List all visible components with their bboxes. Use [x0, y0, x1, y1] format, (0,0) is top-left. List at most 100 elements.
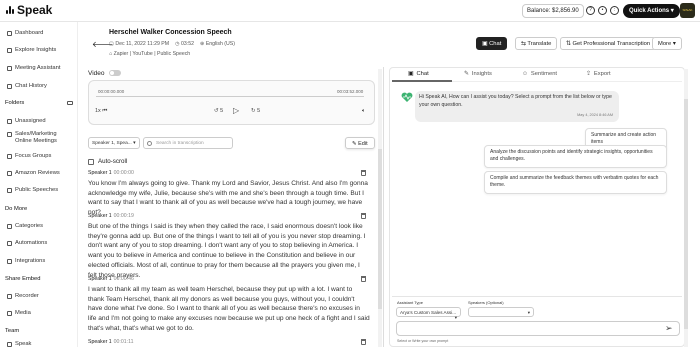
- rewind-label: 5: [220, 108, 224, 114]
- trash-icon[interactable]: [361, 170, 366, 176]
- segment-text[interactable]: You know I'm always going to give. Thank…: [88, 179, 370, 218]
- speaker-name: Speaker 1: [88, 276, 112, 282]
- sidebar-item-categories[interactable]: Categories: [7, 223, 43, 230]
- folders-heading: Folders: [5, 100, 25, 106]
- app-logo[interactable]: Speak: [6, 3, 52, 17]
- assistant-type-value: Arya's Custom Sales Assi...: [400, 310, 457, 315]
- translate-button-label: Translate: [527, 41, 552, 47]
- prompt-suggestion[interactable]: Analyze the discussion points and identi…: [484, 145, 667, 168]
- waveform-icon: [6, 5, 15, 15]
- segment-text[interactable]: I want to thank all my team as well team…: [88, 285, 370, 334]
- professional-transcription-button[interactable]: ⇅ Get Professional Transcription: [560, 37, 657, 50]
- sidebar-item-explore-insights[interactable]: Explore Insights: [7, 47, 56, 54]
- automation-icon: [7, 241, 12, 246]
- auto-scroll-checkbox[interactable]: [88, 158, 94, 165]
- skip-back-icon: ⏮: [102, 108, 108, 114]
- sidebar-item-label: Chat History: [15, 83, 47, 89]
- more-button[interactable]: More ▾: [652, 37, 682, 50]
- folder-icon: [7, 119, 12, 124]
- apps-icon[interactable]: :: [610, 6, 619, 15]
- audio-player: [88, 80, 375, 125]
- sidebar-item-meeting-assistant[interactable]: Meeting Assistant: [7, 65, 60, 72]
- quick-actions-button[interactable]: Quick Actions ▾: [623, 4, 680, 18]
- trash-icon[interactable]: [361, 276, 366, 282]
- input-hint: Select or Write your own prompt: [397, 339, 449, 343]
- sidebar-item-recorder[interactable]: Recorder: [7, 293, 39, 300]
- language-text: English (US): [205, 41, 235, 47]
- sidebar-item-automations[interactable]: Automations: [7, 240, 47, 247]
- ai-bot-icon: [401, 92, 413, 102]
- chat-scrollbar[interactable]: [684, 69, 688, 347]
- more-button-label: More: [658, 41, 672, 47]
- forward-button[interactable]: ↻ 5: [251, 108, 260, 114]
- sidebar-item-integrations[interactable]: Integrations: [7, 258, 45, 265]
- page-title: Herschel Walker Concession Speech: [109, 29, 232, 36]
- tab-insights[interactable]: ✎ Insights: [464, 71, 492, 77]
- sidebar-item-chat-history[interactable]: Chat History: [7, 83, 47, 90]
- rewind-button[interactable]: ↺ 5: [214, 108, 223, 114]
- new-folder-icon[interactable]: [67, 101, 73, 105]
- trash-icon[interactable]: [361, 339, 366, 345]
- balance-display[interactable]: Balance: $2,856.90: [522, 4, 584, 18]
- media-tags[interactable]: ⌂ Zapier | YouTube | Public Speech: [109, 51, 190, 57]
- scrollbar-thumb[interactable]: [378, 149, 382, 309]
- segment-time[interactable]: 00:00:00: [114, 170, 134, 176]
- ai-message-text: Hi Speak AI, How can I assist you today?…: [419, 94, 612, 108]
- notifications-icon[interactable]: •: [598, 6, 607, 15]
- user-avatar[interactable]: SPEAK: [680, 3, 695, 18]
- forward-label: 5: [257, 108, 261, 114]
- media-meta: ▢ Dec 11, 2022 11:29 PM ◷ 03:52 ⊕ Englis…: [109, 41, 235, 47]
- ai-message: Hi Speak AI, How can I assist you today?…: [415, 91, 619, 122]
- auto-scroll-toggle[interactable]: Auto-scroll: [88, 158, 127, 165]
- segment-time[interactable]: 00:01:11: [114, 339, 134, 345]
- translate-button[interactable]: ⇆ Translate: [515, 37, 558, 50]
- sidebar-item-dashboard[interactable]: Dashboard: [7, 30, 43, 37]
- help-icon[interactable]: ?: [586, 6, 595, 15]
- segment-time[interactable]: 00:00:19: [114, 213, 134, 219]
- tab-chat[interactable]: ▣ Chat: [408, 71, 429, 77]
- segment-time[interactable]: 00:00:46: [114, 276, 134, 282]
- smiley-icon: ☺: [522, 71, 528, 77]
- chevron-down-icon: ▾: [670, 8, 674, 14]
- chevron-down-icon: ▾: [672, 41, 676, 47]
- folder-unassigned[interactable]: Unassigned: [7, 118, 46, 125]
- sidebar-item-label: Dashboard: [15, 30, 44, 36]
- edit-button[interactable]: ✎ Edit: [345, 137, 375, 149]
- speed-label: 1x: [95, 108, 101, 114]
- speaker-select[interactable]: Speaker 1, Spea... ▾: [88, 137, 140, 149]
- folder-sales-marketing[interactable]: Sales/Marketing Online Meetings: [7, 131, 73, 145]
- progress-bar[interactable]: [96, 96, 364, 97]
- volume-icon[interactable]: 🔈︎: [362, 108, 365, 115]
- sidebar-item-media[interactable]: Media: [7, 310, 31, 317]
- assistant-type-select[interactable]: Arya's Custom Sales Assi... ▾: [396, 307, 461, 320]
- send-icon[interactable]: ➢: [665, 323, 673, 334]
- speaker-name: Speaker 1: [88, 170, 112, 176]
- integrations-icon: [7, 259, 12, 264]
- folder-amazon-reviews[interactable]: Amazon Reviews: [7, 170, 60, 177]
- folder-label: Sales/Marketing Online Meetings: [15, 131, 57, 144]
- segment-text[interactable]: But one of the things I said is they whe…: [88, 222, 370, 280]
- tab-sentiment[interactable]: ☺ Sentiment: [522, 71, 557, 77]
- scrollbar-thumb[interactable]: [684, 99, 688, 329]
- transcript-search-input[interactable]: Search in transcription: [143, 137, 233, 149]
- speakers-select[interactable]: ▾: [468, 307, 534, 317]
- segment-speaker: Speaker 1 00:00:46: [88, 276, 370, 282]
- chat-input[interactable]: [396, 321, 680, 336]
- quick-actions-label: Quick Actions: [629, 8, 670, 14]
- speed-control[interactable]: 1x ⏮: [95, 108, 107, 115]
- date-text: Dec 11, 2022 11:29 PM: [115, 41, 170, 47]
- prompt-suggestion[interactable]: Compile and summarize the feedback theme…: [484, 171, 667, 194]
- trash-icon[interactable]: [361, 213, 366, 219]
- transcription-button-label: Get Professional Transcription: [572, 41, 651, 47]
- team-icon: [7, 342, 12, 347]
- play-icon[interactable]: ▷: [233, 106, 239, 115]
- transcript-scrollbar[interactable]: [378, 69, 382, 347]
- transcript-segment: Speaker 1 00:00:19 But one of the things …: [88, 213, 370, 280]
- chat-button[interactable]: ▣ Chat: [476, 37, 508, 50]
- tab-export[interactable]: ⇪ Export: [586, 71, 611, 77]
- folder-focus-groups[interactable]: Focus Groups: [7, 153, 51, 160]
- video-toggle[interactable]: [109, 70, 121, 76]
- tab-label: Sentiment: [530, 71, 558, 77]
- segment-speaker: Speaker 1 00:00:19: [88, 213, 370, 219]
- folder-public-speeches[interactable]: Public Speeches: [7, 187, 58, 194]
